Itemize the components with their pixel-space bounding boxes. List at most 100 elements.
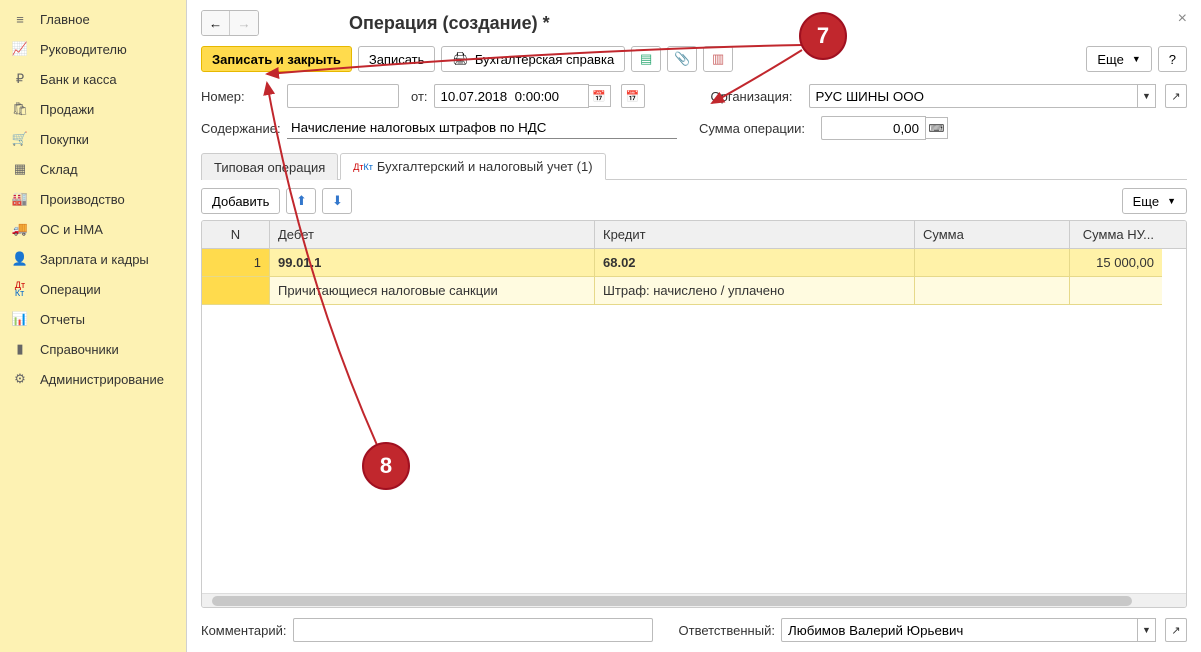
- date-label: от:: [411, 89, 428, 104]
- org-label: Организация:: [711, 89, 793, 104]
- truck-icon: 🚚: [10, 221, 30, 237]
- sidebar-item-label: Руководителю: [40, 42, 127, 57]
- sidebar-item-reports[interactable]: 📊 Отчеты: [0, 304, 186, 334]
- cell-n[interactable]: 1: [202, 249, 270, 277]
- responsible-input[interactable]: [781, 618, 1138, 642]
- responsible-open-button[interactable]: ↗: [1165, 618, 1187, 642]
- sidebar-item-label: ОС и НМА: [40, 222, 103, 237]
- dtkt-icon: ДтКт: [10, 281, 30, 297]
- comment-label: Комментарий:: [201, 623, 287, 638]
- table-row[interactable]: 1 99.01.1 68.02 15 000,00: [202, 249, 1186, 277]
- sidebar-item-label: Производство: [40, 192, 125, 207]
- sidebar-item-admin[interactable]: ⚙Администрирование: [0, 364, 186, 394]
- cell-sum[interactable]: [915, 249, 1070, 277]
- number-input[interactable]: [287, 84, 399, 108]
- org-dropdown-icon[interactable]: ▼: [1138, 84, 1156, 108]
- th-sumnu[interactable]: Сумма НУ...: [1070, 221, 1162, 248]
- cell-debit[interactable]: 99.01.1: [270, 249, 595, 277]
- more-label: Еще: [1097, 52, 1123, 67]
- sidebar-item-label: Склад: [40, 162, 78, 177]
- th-n[interactable]: N: [202, 221, 270, 248]
- sidebar-item-operations[interactable]: ДтКт Операции: [0, 274, 186, 304]
- cell-credit-desc[interactable]: Штраф: начислено / уплачено: [595, 277, 915, 305]
- callout-7: 7: [799, 12, 847, 60]
- sidebar-item-production[interactable]: 🏭Производство: [0, 184, 186, 214]
- responsible-label: Ответственный:: [679, 623, 775, 638]
- org-input[interactable]: [809, 84, 1138, 108]
- print-reference-button[interactable]: 🖨 Бухгалтерская справка: [441, 46, 625, 72]
- sum-input[interactable]: [821, 116, 926, 140]
- table-row[interactable]: Причитающиеся налоговые санкции Штраф: н…: [202, 277, 1186, 305]
- org-open-button[interactable]: ↗: [1165, 84, 1187, 108]
- sidebar-item-purchases[interactable]: 🛒Покупки: [0, 124, 186, 154]
- tab-typical-operation[interactable]: Типовая операция: [201, 153, 338, 180]
- calendar2-icon[interactable]: 📅: [621, 84, 645, 108]
- cell-n[interactable]: [202, 277, 270, 305]
- more-button[interactable]: Еще▼: [1086, 46, 1151, 72]
- report-button[interactable]: ▥: [703, 46, 733, 72]
- date-input[interactable]: [434, 84, 589, 108]
- comment-input[interactable]: [293, 618, 653, 642]
- arrow-up-icon: ⬆: [296, 193, 307, 209]
- sidebar-item-assets[interactable]: 🚚 ОС и НМА: [0, 214, 186, 244]
- sidebar-item-label: Главное: [40, 12, 90, 27]
- th-debit[interactable]: Дебет: [270, 221, 595, 248]
- page-title: Операция (создание) *: [349, 13, 550, 34]
- sidebar-item-label: Зарплата и кадры: [40, 252, 149, 267]
- dtkt-icon: ДтКт: [353, 163, 373, 171]
- register-icon: ▤: [640, 51, 652, 67]
- sidebar-item-manager[interactable]: 📈Руководителю: [0, 34, 186, 64]
- sub-more-button[interactable]: Еще▼: [1122, 188, 1187, 214]
- number-label: Номер:: [201, 89, 281, 104]
- register-button[interactable]: ▤: [631, 46, 661, 72]
- print-icon: 🖨: [452, 51, 469, 67]
- sidebar-item-bank[interactable]: ₽ Банк и касса: [0, 64, 186, 94]
- sidebar-item-label: Банк и касса: [40, 72, 117, 87]
- attach-button[interactable]: 📎: [667, 46, 697, 72]
- content-label: Содержание:: [201, 121, 281, 136]
- cell-sumnu[interactable]: 15 000,00: [1070, 249, 1162, 277]
- close-button[interactable]: ×: [1178, 10, 1187, 28]
- save-close-button[interactable]: Записать и закрыть: [201, 46, 352, 72]
- sidebar-item-warehouse[interactable]: ▦Склад: [0, 154, 186, 184]
- sidebar-item-catalogs[interactable]: ▮Справочники: [0, 334, 186, 364]
- help-button[interactable]: ?: [1158, 46, 1187, 72]
- bag-icon: 🛍: [10, 101, 30, 117]
- bars-icon: 📊: [10, 311, 30, 327]
- calendar-icon[interactable]: 📅: [589, 85, 611, 107]
- content-input[interactable]: [287, 117, 677, 139]
- calculator-icon[interactable]: ⌨: [926, 117, 948, 139]
- table-header: N Дебет Кредит Сумма Сумма НУ...: [202, 221, 1186, 249]
- sidebar-item-label: Отчеты: [40, 312, 85, 327]
- move-down-button[interactable]: ⬇: [322, 188, 352, 214]
- cart-icon: 🛒: [10, 131, 30, 147]
- sidebar-item-label: Операции: [40, 282, 101, 297]
- sidebar-item-main[interactable]: ≡ Главное: [0, 4, 186, 34]
- sidebar-item-label: Администрирование: [40, 372, 164, 387]
- nav-forward-button[interactable]: →: [230, 11, 258, 35]
- ruble-icon: ₽: [10, 71, 30, 87]
- th-credit[interactable]: Кредит: [595, 221, 915, 248]
- cell-credit[interactable]: 68.02: [595, 249, 915, 277]
- books-icon: ▮: [10, 341, 30, 357]
- horizontal-scrollbar[interactable]: [202, 593, 1186, 607]
- move-up-button[interactable]: ⬆: [286, 188, 316, 214]
- sidebar-item-salary[interactable]: 👤Зарплата и кадры: [0, 244, 186, 274]
- th-sum[interactable]: Сумма: [915, 221, 1070, 248]
- cell-sumnu[interactable]: [1070, 277, 1162, 305]
- print-reference-label: Бухгалтерская справка: [475, 52, 614, 67]
- tab-label: Бухгалтерский и налоговый учет (1): [377, 159, 593, 174]
- cell-sum[interactable]: [915, 277, 1070, 305]
- report-icon: ▥: [712, 51, 724, 67]
- save-button[interactable]: Записать: [358, 46, 436, 72]
- sidebar-item-label: Продажи: [40, 102, 94, 117]
- paperclip-icon: 📎: [674, 51, 690, 67]
- responsible-dropdown-icon[interactable]: ▼: [1138, 618, 1156, 642]
- sidebar-item-sales[interactable]: 🛍 Продажи: [0, 94, 186, 124]
- menu-icon: ≡: [10, 11, 30, 27]
- tab-accounting[interactable]: ДтКт Бухгалтерский и налоговый учет (1): [340, 153, 605, 180]
- add-button[interactable]: Добавить: [201, 188, 280, 214]
- cell-debit-desc[interactable]: Причитающиеся налоговые санкции: [270, 277, 595, 305]
- scrollbar-thumb[interactable]: [212, 596, 1132, 606]
- nav-back-button[interactable]: ←: [202, 11, 230, 35]
